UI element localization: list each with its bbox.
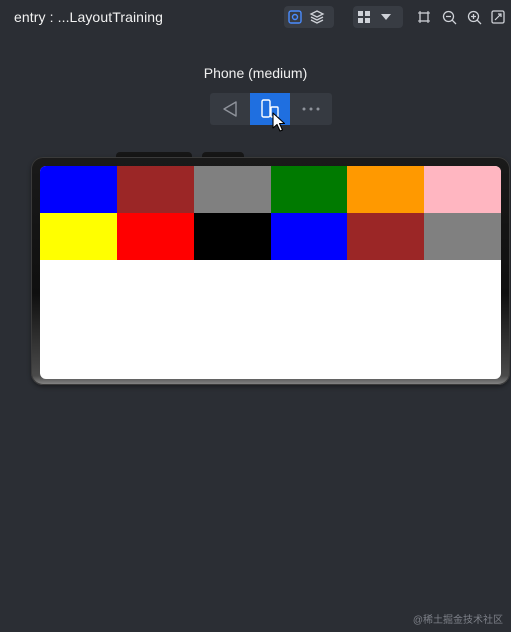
zoom-in-icon[interactable] xyxy=(463,6,485,28)
watermark: @稀土掘金技术社区 xyxy=(412,615,503,626)
rotate-icon[interactable] xyxy=(210,93,250,125)
device-screen xyxy=(40,166,501,379)
inspector-layer-group xyxy=(284,6,334,28)
components-icon[interactable] xyxy=(353,6,375,28)
color-cell xyxy=(40,166,117,213)
fit-icon[interactable] xyxy=(487,6,509,28)
color-cell xyxy=(347,166,425,213)
dropdown-icon[interactable] xyxy=(375,6,397,28)
window-title: entry : ...LayoutTraining xyxy=(14,9,164,25)
inspector-icon[interactable] xyxy=(284,6,306,28)
color-cell xyxy=(116,166,194,213)
more-icon[interactable] xyxy=(291,93,331,125)
color-cell xyxy=(116,213,194,260)
color-cell xyxy=(270,213,348,260)
color-grid xyxy=(40,166,501,260)
color-cell xyxy=(193,166,271,213)
color-cell xyxy=(40,213,117,260)
color-cell xyxy=(424,213,501,260)
components-group xyxy=(353,6,403,28)
device-controls xyxy=(210,93,332,125)
mouse-cursor-icon xyxy=(272,112,286,137)
frame-icon[interactable] xyxy=(413,6,435,28)
color-cell xyxy=(424,166,501,213)
device-name-label: Phone (medium) xyxy=(203,65,308,81)
zoom-out-icon[interactable] xyxy=(438,6,460,28)
color-cell xyxy=(270,166,348,213)
layers-icon[interactable] xyxy=(306,6,328,28)
preview-toolbar: entry : ...LayoutTraining xyxy=(0,0,511,34)
color-cell xyxy=(347,213,425,260)
color-cell xyxy=(193,213,271,260)
